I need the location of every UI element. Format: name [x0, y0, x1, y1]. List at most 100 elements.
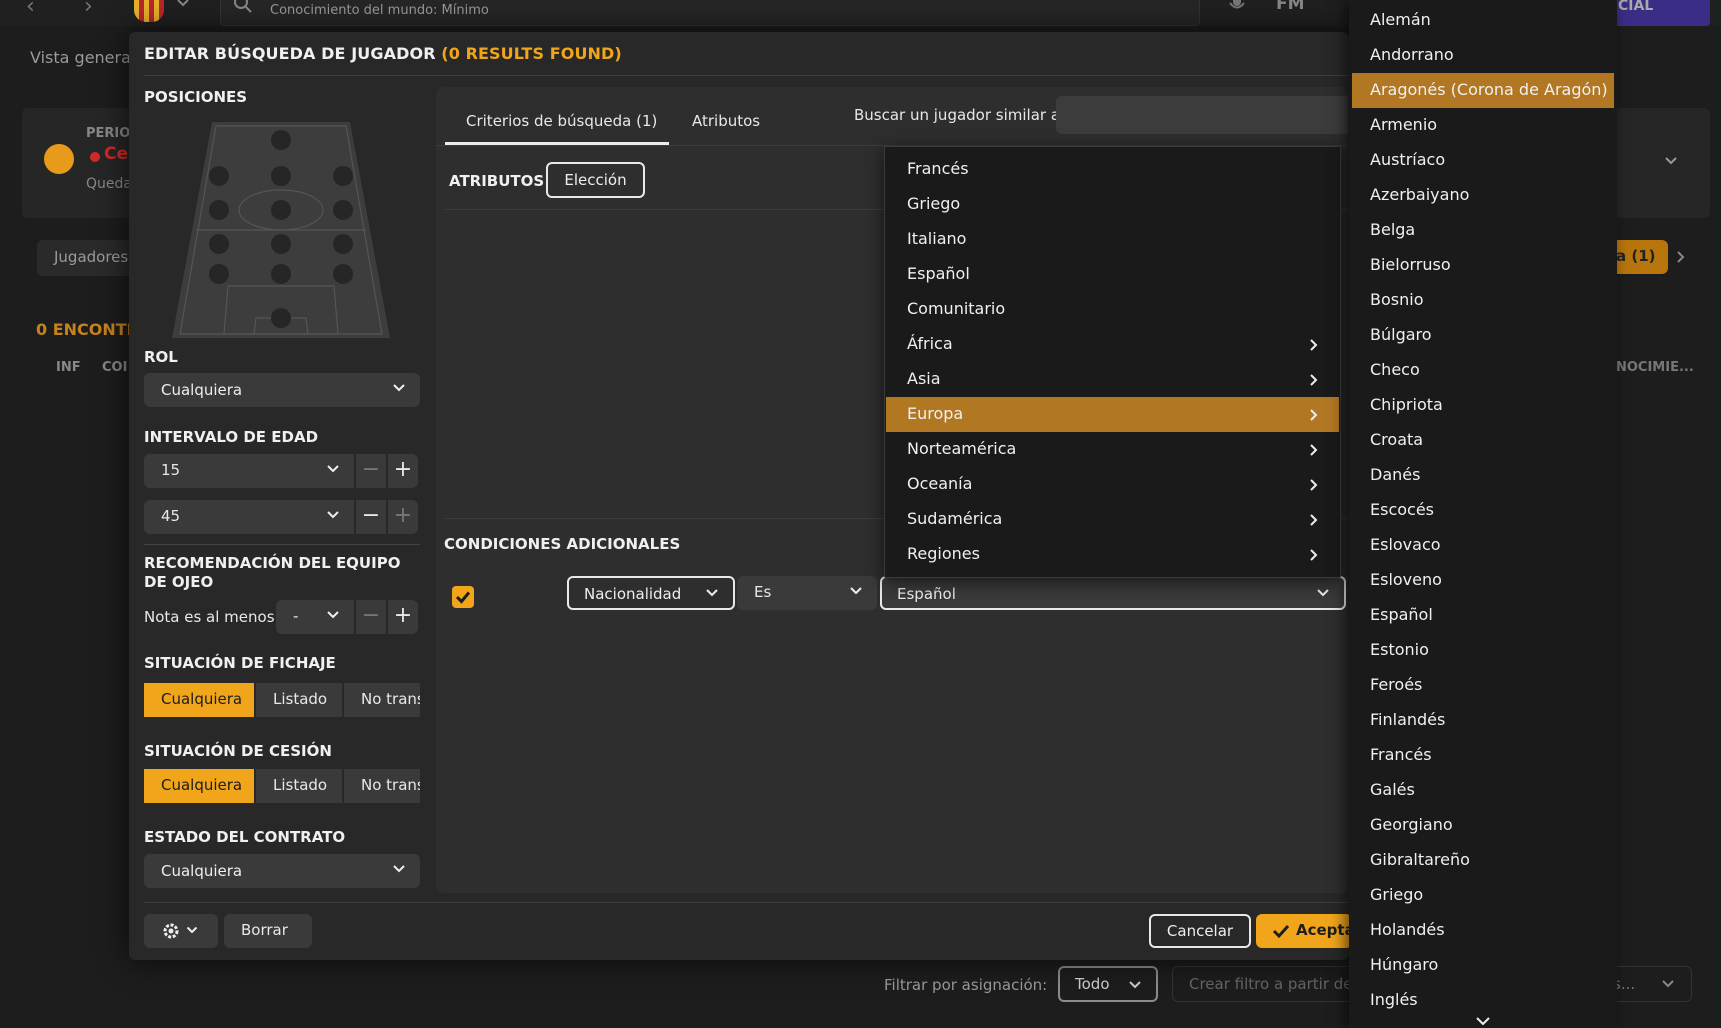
nation-menu-item[interactable]: Gibraltareño: [1352, 843, 1614, 878]
back-arrow-icon[interactable]: ‹: [26, 0, 35, 19]
condition-value-select[interactable]: Español: [880, 576, 1346, 610]
nation-menu-item[interactable]: Griego: [1352, 878, 1614, 913]
period-sub: Queda: [86, 176, 132, 192]
nation-menu-item[interactable]: Estonio: [1352, 633, 1614, 668]
nation-menu-item[interactable]: Belga: [1352, 213, 1614, 248]
clear-button[interactable]: Borrar: [224, 914, 312, 948]
nation-menu-item[interactable]: Galés: [1352, 773, 1614, 808]
nation-menu-item[interactable]: Eslovaco: [1352, 528, 1614, 563]
tab-search-criteria[interactable]: Criterios de búsqueda (1): [466, 112, 657, 130]
nation-menu-item[interactable]: Español: [1352, 598, 1614, 633]
region-menu-item[interactable]: Europa: [886, 397, 1339, 432]
transfer-option-any[interactable]: Cualquiera: [144, 683, 254, 717]
tab-attributes[interactable]: Atributos: [692, 112, 760, 130]
accept-button[interactable]: Aceptar: [1256, 914, 1352, 948]
cancel-button[interactable]: Cancelar: [1149, 914, 1251, 948]
chevron-down-icon[interactable]: [176, 0, 190, 8]
scout-note-increment-button[interactable]: +: [388, 600, 418, 634]
filter-select[interactable]: Todo: [1058, 966, 1158, 1002]
positions-pitch[interactable]: [172, 122, 390, 338]
nation-menu-item[interactable]: Armenio: [1352, 108, 1614, 143]
column-inf[interactable]: INF: [56, 360, 81, 375]
transfer-option-not[interactable]: No trans: [344, 683, 420, 717]
region-menu-item[interactable]: Regiones: [886, 537, 1339, 572]
age-min-select[interactable]: 15: [144, 454, 354, 488]
region-menu-item[interactable]: Asia: [886, 362, 1339, 397]
region-menu-item[interactable]: Norteamérica: [886, 432, 1339, 467]
nation-menu-item[interactable]: Alemán: [1352, 3, 1614, 38]
region-menu-item[interactable]: África: [886, 327, 1339, 362]
column-conocimiento[interactable]: NOCIMIE...: [1616, 360, 1694, 375]
chevron-down-icon: [1128, 980, 1142, 990]
chevron-down-icon[interactable]: [1664, 156, 1678, 166]
age-max-select[interactable]: 45: [144, 500, 354, 534]
region-menu-item[interactable]: Oceanía: [886, 467, 1339, 502]
nation-menu-item[interactable]: Finlandés: [1352, 703, 1614, 738]
vista-general-link[interactable]: Vista general: [30, 48, 135, 67]
accept-label: Aceptar: [1296, 921, 1352, 939]
contract-status-label: ESTADO DEL CONTRATO: [144, 828, 346, 846]
nation-menu-item[interactable]: Francés: [1352, 738, 1614, 773]
nation-menu-item[interactable]: Bielorruso: [1352, 248, 1614, 283]
age-min-increment-button[interactable]: +: [388, 454, 418, 488]
settings-menu-button[interactable]: [144, 914, 218, 948]
chevron-right-icon: [1309, 338, 1319, 352]
nation-menu-item[interactable]: Bosnio: [1352, 283, 1614, 318]
nation-menu-item[interactable]: Esloveno: [1352, 563, 1614, 598]
similar-player-input[interactable]: [1056, 96, 1348, 134]
choice-button[interactable]: Elección: [546, 162, 645, 198]
period-card: PERIO Ce Queda: [22, 108, 142, 218]
region-menu-item[interactable]: Español: [886, 257, 1339, 292]
column-con[interactable]: COI: [102, 360, 127, 375]
nation-menu-item[interactable]: Chipriota: [1352, 388, 1614, 423]
condition-field-value: Nacionalidad: [584, 585, 682, 603]
region-menu-item[interactable]: Francés: [886, 152, 1339, 187]
nation-menu-item[interactable]: Inglés: [1352, 983, 1614, 1018]
club-crest-icon[interactable]: [134, 0, 164, 22]
loan-option-not[interactable]: No trans: [344, 769, 420, 803]
age-max-increment-button[interactable]: +: [388, 500, 418, 534]
nation-menu-item[interactable]: Azerbaiyano: [1352, 178, 1614, 213]
condition-checkbox[interactable]: [452, 586, 474, 608]
contract-status-value: Cualquiera: [161, 862, 243, 880]
chevron-down-icon: [326, 610, 340, 620]
condition-field-select[interactable]: Nacionalidad: [567, 576, 735, 610]
nation-menu-item[interactable]: Croata: [1352, 423, 1614, 458]
region-menu-item[interactable]: Griego: [886, 187, 1339, 222]
forward-arrow-icon[interactable]: ›: [84, 0, 93, 19]
divider: [144, 902, 1348, 903]
role-select[interactable]: Cualquiera: [144, 373, 420, 407]
nation-menu-item[interactable]: Escocés: [1352, 493, 1614, 528]
scout-note-select[interactable]: -: [276, 600, 354, 634]
additional-conditions-label: CONDICIONES ADICIONALES: [444, 535, 681, 553]
modal-title: EDITAR BÚSQUEDA DE JUGADOR (0 RESULTS FO…: [144, 44, 622, 63]
loan-option-any[interactable]: Cualquiera: [144, 769, 254, 803]
chevron-right-icon[interactable]: [1676, 250, 1686, 264]
nation-menu-item[interactable]: Holandés: [1352, 913, 1614, 948]
nation-menu-item[interactable]: Georgiano: [1352, 808, 1614, 843]
contract-status-select[interactable]: Cualquiera: [144, 854, 420, 888]
age-min-decrement-button[interactable]: −: [356, 454, 386, 488]
nation-menu-item[interactable]: Feroés: [1352, 668, 1614, 703]
age-min-row: 15 − +: [144, 454, 420, 488]
age-max-decrement-button[interactable]: −: [356, 500, 386, 534]
transfer-option-listed[interactable]: Listado: [256, 683, 342, 717]
nation-menu-item[interactable]: Búlgaro: [1352, 318, 1614, 353]
nation-menu-item[interactable]: Aragonés (Corona de Aragón): [1352, 73, 1614, 108]
nation-menu-item[interactable]: Austríaco: [1352, 143, 1614, 178]
region-menu-item[interactable]: Sudamérica: [886, 502, 1339, 537]
nation-menu-item[interactable]: Andorrano: [1352, 38, 1614, 73]
region-menu-item-label: Regiones: [907, 544, 980, 563]
scout-note-decrement-button[interactable]: −: [356, 600, 386, 634]
region-menu-item[interactable]: Comunitario: [886, 292, 1339, 327]
region-menu: Francés Griego Italiano Español Comunitario Á…: [884, 146, 1341, 578]
nation-menu-item[interactable]: Húngaro: [1352, 948, 1614, 983]
condition-operator-select[interactable]: Es: [737, 576, 877, 610]
nation-menu-item[interactable]: Danés: [1352, 458, 1614, 493]
period-label: PERIO: [86, 126, 131, 141]
jugadores-tab[interactable]: Jugadores: [37, 240, 137, 276]
loan-option-listed[interactable]: Listado: [256, 769, 342, 803]
microphone-icon[interactable]: [1228, 0, 1246, 14]
region-menu-item[interactable]: Italiano: [886, 222, 1339, 257]
nation-menu-item[interactable]: Checo: [1352, 353, 1614, 388]
